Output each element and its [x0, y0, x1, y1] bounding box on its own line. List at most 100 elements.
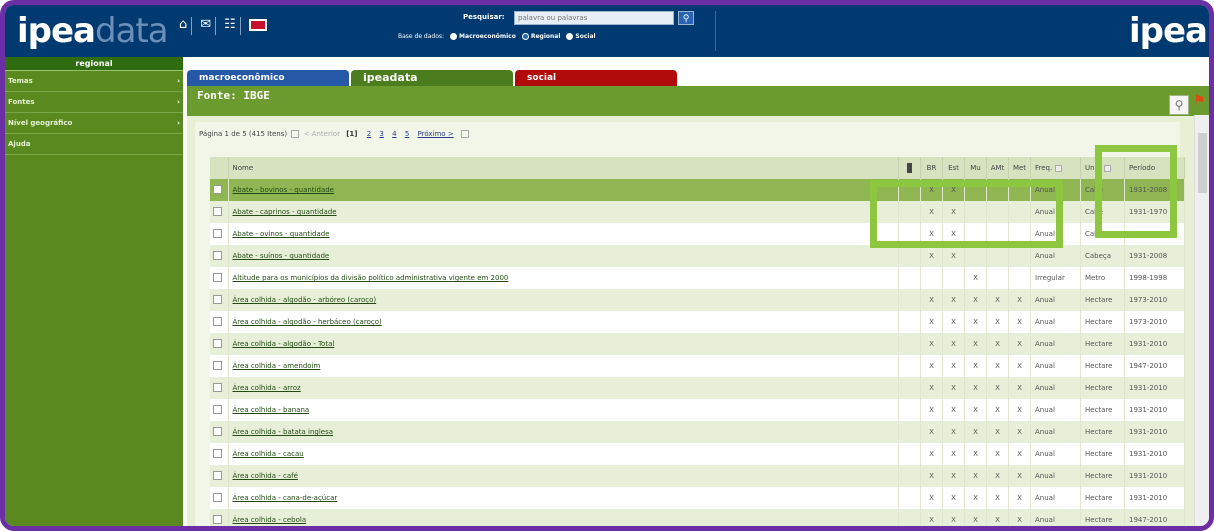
coverage-mu: X	[964, 355, 987, 377]
series-name[interactable]: Área colhida - algodão - Total	[228, 333, 899, 355]
series-name[interactable]: Abate - bovinos - quantidade	[228, 179, 899, 201]
row-checkbox[interactable]	[210, 399, 229, 421]
col-amc[interactable]: AMt	[986, 157, 1009, 179]
sidebar-item-nivel-geografico[interactable]: Nível geográfico ›	[5, 113, 183, 134]
sidebar-item-ajuda[interactable]: Ajuda	[5, 134, 183, 155]
home-icon[interactable]: ⌂	[175, 17, 193, 35]
row-checkbox[interactable]	[210, 223, 229, 245]
table-row[interactable]: Área colhida - batata inglesa X X X X X Anual H…	[210, 421, 1185, 443]
row-periodo: 1931-2010	[1124, 333, 1185, 355]
search-icon[interactable]: ⚲	[678, 11, 694, 25]
base-option-regional[interactable]: Regional	[521, 33, 560, 40]
row-checkbox[interactable]	[210, 333, 229, 355]
series-name[interactable]: Área colhida - cebola	[228, 509, 899, 526]
series-name[interactable]: Abate - suínos - quantidade	[228, 245, 899, 267]
sidebar-item-temas[interactable]: Temas ›	[5, 71, 183, 92]
row-freq: Anual	[1030, 377, 1081, 399]
page-link-4[interactable]: 4	[392, 130, 396, 138]
sidebar-title[interactable]: regional	[5, 57, 183, 71]
series-name[interactable]: Área colhida - cana-de-açúcar	[228, 487, 899, 509]
series-name[interactable]: Área colhida - algodão - arbóreo (caroço…	[228, 289, 899, 311]
prev-link[interactable]: < Anterior	[304, 130, 340, 138]
series-name[interactable]: Abate - caprinos - quantidade	[228, 201, 899, 223]
scrollbar[interactable]	[1194, 115, 1209, 526]
page-link-2[interactable]: 2	[367, 130, 371, 138]
base-option-macro[interactable]: Macroeconômico	[450, 33, 516, 40]
first-page-icon[interactable]	[291, 130, 300, 138]
row-checkbox[interactable]	[210, 355, 229, 377]
ipea-logo-right[interactable]: ipea	[1129, 11, 1208, 51]
row-checkbox[interactable]	[210, 201, 229, 223]
mail-icon[interactable]: ✉	[196, 17, 217, 35]
row-checkbox[interactable]	[210, 487, 229, 509]
page-link-3[interactable]: 3	[379, 130, 383, 138]
col-freq[interactable]: Freq.	[1030, 157, 1081, 179]
table-row[interactable]: Abate - suínos - quantidade X X Anual Cabeça…	[210, 245, 1185, 267]
row-checkbox[interactable]	[210, 377, 229, 399]
tab-social[interactable]: social	[515, 70, 677, 86]
tab-macroeconomico[interactable]: macroeconômico	[187, 70, 349, 86]
row-checkbox[interactable]	[210, 311, 229, 333]
coverage-amc: X	[986, 355, 1009, 377]
col-est[interactable]: Est	[942, 157, 965, 179]
page-link-5[interactable]: 5	[405, 130, 409, 138]
tab-ipeadata[interactable]: ipeadata	[351, 70, 513, 86]
sidebar-item-fontes[interactable]: Fontes ›	[5, 92, 183, 113]
table-row[interactable]: Área colhida - cebola X X X X X Anual Hectare 19…	[210, 509, 1185, 526]
series-name[interactable]: Área colhida - algodão - herbáceo (caroç…	[228, 311, 899, 333]
series-name[interactable]: Área colhida - banana	[228, 399, 899, 421]
last-page-icon[interactable]	[460, 130, 469, 138]
table-row[interactable]: Área colhida - banana X X X X X Anual Hectare 19…	[210, 399, 1185, 421]
table-row[interactable]: Área colhida - amendoim X X X X X Anual Hectare…	[210, 355, 1185, 377]
row-freq: Anual	[1030, 465, 1081, 487]
sitemap-icon[interactable]: ☷	[220, 17, 241, 35]
table-row[interactable]: Área colhida - algodão - Total X X X X X Anual…	[210, 333, 1185, 355]
search-label: Pesquisar:	[463, 13, 505, 21]
table-row[interactable]: Área colhida - cacau X X X X X Anual Hectare 193…	[210, 443, 1185, 465]
sidebar-item-label: Ajuda	[8, 140, 31, 148]
row-checkbox[interactable]	[210, 289, 229, 311]
col-met[interactable]: Met	[1008, 157, 1031, 179]
row-unid: Hectare	[1080, 443, 1125, 465]
row-checkbox[interactable]	[210, 509, 229, 526]
col-br[interactable]: BR	[920, 157, 943, 179]
magnifier-icon[interactable]: ⚲	[1169, 95, 1189, 115]
col-nome[interactable]: Nome	[228, 157, 899, 179]
table-header-row: Nome BR Est Mu AMt Met Freq. Unid Períod…	[210, 157, 1185, 179]
series-name[interactable]: Área colhida - cacau	[228, 443, 899, 465]
bookmark-flag-icon[interactable]: ⚑	[1193, 93, 1209, 113]
row-checkbox[interactable]	[210, 443, 229, 465]
scrollbar-thumb[interactable]	[1198, 133, 1207, 193]
coverage-met: X	[1008, 399, 1031, 421]
series-name[interactable]: Altitude para os municípios da divisão p…	[228, 267, 899, 289]
series-name[interactable]: Área colhida - amendoim	[228, 355, 899, 377]
row-checkbox[interactable]	[210, 421, 229, 443]
row-checkbox[interactable]	[210, 465, 229, 487]
coverage-br: X	[920, 509, 943, 526]
coverage-br: X	[920, 421, 943, 443]
table-row[interactable]: Área colhida - arroz X X X X X Anual Hectare 193…	[210, 377, 1185, 399]
series-name[interactable]: Área colhida - arroz	[228, 377, 899, 399]
base-option-social[interactable]: Social	[566, 33, 596, 40]
table-row[interactable]: Área colhida - algodão - arbóreo (caroço…	[210, 289, 1185, 311]
row-checkbox[interactable]	[210, 245, 229, 267]
uk-flag-icon[interactable]	[245, 17, 271, 35]
table-row[interactable]: Altitude para os municípios da divisão p…	[210, 267, 1185, 289]
series-name[interactable]: Área colhida - café	[228, 465, 899, 487]
sort-icon	[1055, 164, 1063, 172]
logo-light-text: data	[95, 11, 169, 51]
ipeadata-logo[interactable]: ipeadata	[17, 11, 169, 51]
col-mu[interactable]: Mu	[964, 157, 987, 179]
series-name[interactable]: Área colhida - batata inglesa	[228, 421, 899, 443]
column-selector-icon[interactable]	[898, 157, 921, 179]
series-name[interactable]: Abate - ovinos - quantidade	[228, 223, 899, 245]
table-row[interactable]: Área colhida - café X X X X X Anual Hectare 1931…	[210, 465, 1185, 487]
row-checkbox[interactable]	[210, 267, 229, 289]
selector-cell	[898, 289, 921, 311]
coverage-amc: X	[986, 377, 1009, 399]
next-link[interactable]: Próximo >	[418, 130, 454, 138]
table-row[interactable]: Área colhida - algodão - herbáceo (caroç…	[210, 311, 1185, 333]
search-input[interactable]	[514, 11, 674, 25]
table-row[interactable]: Área colhida - cana-de-açúcar X X X X X Anual H…	[210, 487, 1185, 509]
row-checkbox[interactable]	[210, 179, 229, 201]
